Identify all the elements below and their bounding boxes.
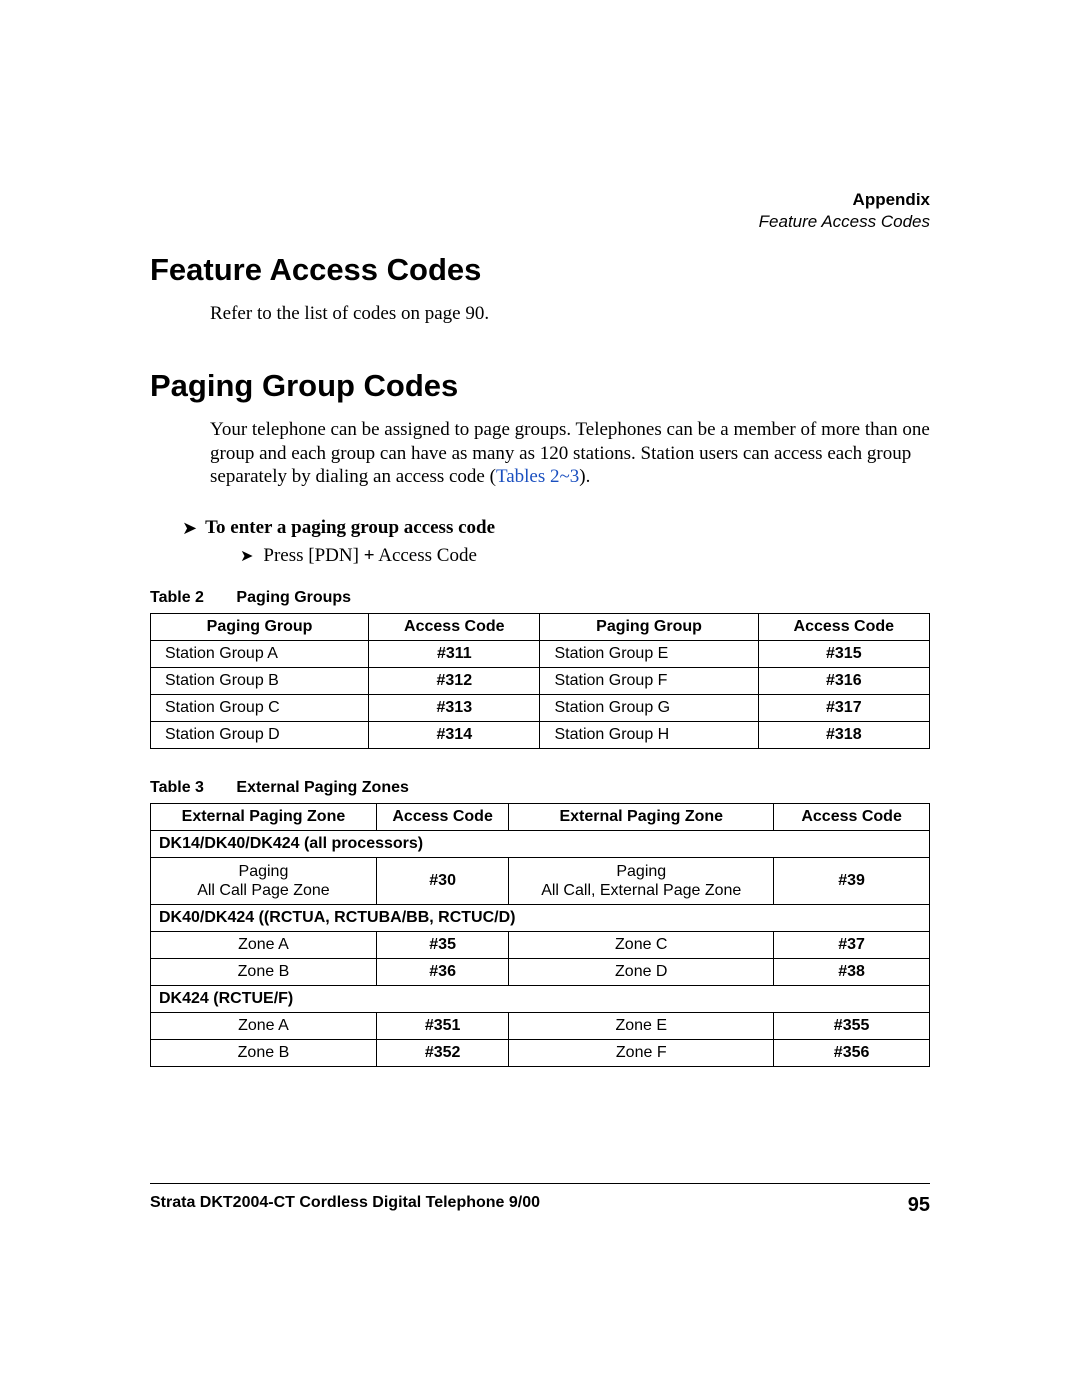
cell: #318 [758,722,929,749]
table3-h2: External Paging Zone [509,804,774,831]
step-action-plus: + [364,545,375,566]
table-row: Station Group A #311 Station Group E #31… [151,641,930,668]
table-header-row: Paging Group Access Code Paging Group Ac… [151,614,930,641]
table2-h1: Access Code [369,614,540,641]
group1-title: DK14/DK40/DK424 (all processors) [151,831,930,858]
table2-title: Paging Groups [236,589,351,606]
cell: Station Group C [151,695,369,722]
cell-line: Paging [239,863,289,880]
table2-caption: Table 2 Paging Groups [150,589,930,607]
cell: #36 [376,959,508,986]
cell: #30 [376,858,508,905]
table3: External Paging Zone Access Code Externa… [150,803,930,1067]
step-action: ➤ Press [PDN] + Access Code [240,545,930,567]
section2-body: Your telephone can be assigned to page g… [210,418,930,489]
arrow-icon: ➤ [240,546,253,566]
cell: Paging All Call Page Zone [151,858,377,905]
cell-line: All Call, External Page Zone [541,882,741,899]
footer-rule [150,1183,930,1184]
cell: #313 [369,695,540,722]
cell: #38 [774,959,930,986]
cell: Station Group A [151,641,369,668]
cell: #315 [758,641,929,668]
group2-title: DK40/DK424 ((RCTUA, RCTUBA/BB, RCTUC/D) [151,905,930,932]
table-row: Zone A #35 Zone C #37 [151,932,930,959]
tables-link[interactable]: Tables 2~3 [496,466,579,487]
table3-caption: Table 3 External Paging Zones [150,779,930,797]
footer: Strata DKT2004-CT Cordless Digital Telep… [150,1183,930,1217]
header-appendix: Appendix [759,190,930,210]
table-row: Zone B #352 Zone F #356 [151,1040,930,1067]
cell: #317 [758,695,929,722]
cell: #316 [758,668,929,695]
table-row: Zone A #351 Zone E #355 [151,1013,930,1040]
cell: Station Group H [540,722,758,749]
cell: Station Group F [540,668,758,695]
table-group-row: DK424 (RCTUE/F) [151,986,930,1013]
table2-h2: Paging Group [540,614,758,641]
table-row: Station Group B #312 Station Group F #31… [151,668,930,695]
page-number: 95 [908,1194,930,1217]
table2-h3: Access Code [758,614,929,641]
table3-label: Table 3 [150,779,204,796]
cell: #311 [369,641,540,668]
cell: Station Group G [540,695,758,722]
cell: #352 [376,1040,508,1067]
cell: Zone B [151,959,377,986]
cell-line: Paging [616,863,666,880]
cell: Zone D [509,959,774,986]
table-row: Station Group D #314 Station Group H #31… [151,722,930,749]
table-row: Zone B #36 Zone D #38 [151,959,930,986]
cell: Zone E [509,1013,774,1040]
step-action-pre: Press [PDN] [263,545,363,566]
section2-title: Paging Group Codes [150,368,930,404]
cell: #356 [774,1040,930,1067]
table2-label: Table 2 [150,589,204,606]
step-heading: ➤ To enter a paging group access code [182,517,930,539]
step-action-text: Press [PDN] + Access Code [263,545,476,567]
cell: Station Group D [151,722,369,749]
table3-h0: External Paging Zone [151,804,377,831]
cell: #355 [774,1013,930,1040]
table3-h1: Access Code [376,804,508,831]
table2: Paging Group Access Code Paging Group Ac… [150,613,930,749]
table-group-row: DK14/DK40/DK424 (all processors) [151,831,930,858]
cell: #314 [369,722,540,749]
cell-line: All Call Page Zone [197,882,330,899]
step-title: To enter a paging group access code [205,517,495,539]
arrow-icon: ➤ [182,518,197,539]
cell: Paging All Call, External Page Zone [509,858,774,905]
running-header: Appendix Feature Access Codes [759,190,930,232]
cell: #351 [376,1013,508,1040]
table-group-row: DK40/DK424 ((RCTUA, RCTUBA/BB, RCTUC/D) [151,905,930,932]
cell: Station Group E [540,641,758,668]
cell: Zone A [151,932,377,959]
section1-body: Refer to the list of codes on page 90. [210,302,930,326]
table3-h3: Access Code [774,804,930,831]
page: Appendix Feature Access Codes Feature Ac… [0,0,1080,1397]
table-row: Station Group C #313 Station Group G #31… [151,695,930,722]
section1-title: Feature Access Codes [150,252,930,288]
cell: Station Group B [151,668,369,695]
cell: Zone C [509,932,774,959]
header-subtitle: Feature Access Codes [759,212,930,232]
table-header-row: External Paging Zone Access Code Externa… [151,804,930,831]
table2-h0: Paging Group [151,614,369,641]
cell: Zone F [509,1040,774,1067]
table-row: Paging All Call Page Zone #30 Paging All… [151,858,930,905]
cell: #39 [774,858,930,905]
section2-body-post: ). [579,466,590,487]
table3-title: External Paging Zones [236,779,408,796]
cell: #37 [774,932,930,959]
footer-left: Strata DKT2004-CT Cordless Digital Telep… [150,1194,540,1217]
cell: #35 [376,932,508,959]
cell: Zone A [151,1013,377,1040]
group3-title: DK424 (RCTUE/F) [151,986,930,1013]
content: Feature Access Codes Refer to the list o… [150,252,930,1067]
step-action-post: Access Code [375,545,477,566]
cell: Zone B [151,1040,377,1067]
cell: #312 [369,668,540,695]
